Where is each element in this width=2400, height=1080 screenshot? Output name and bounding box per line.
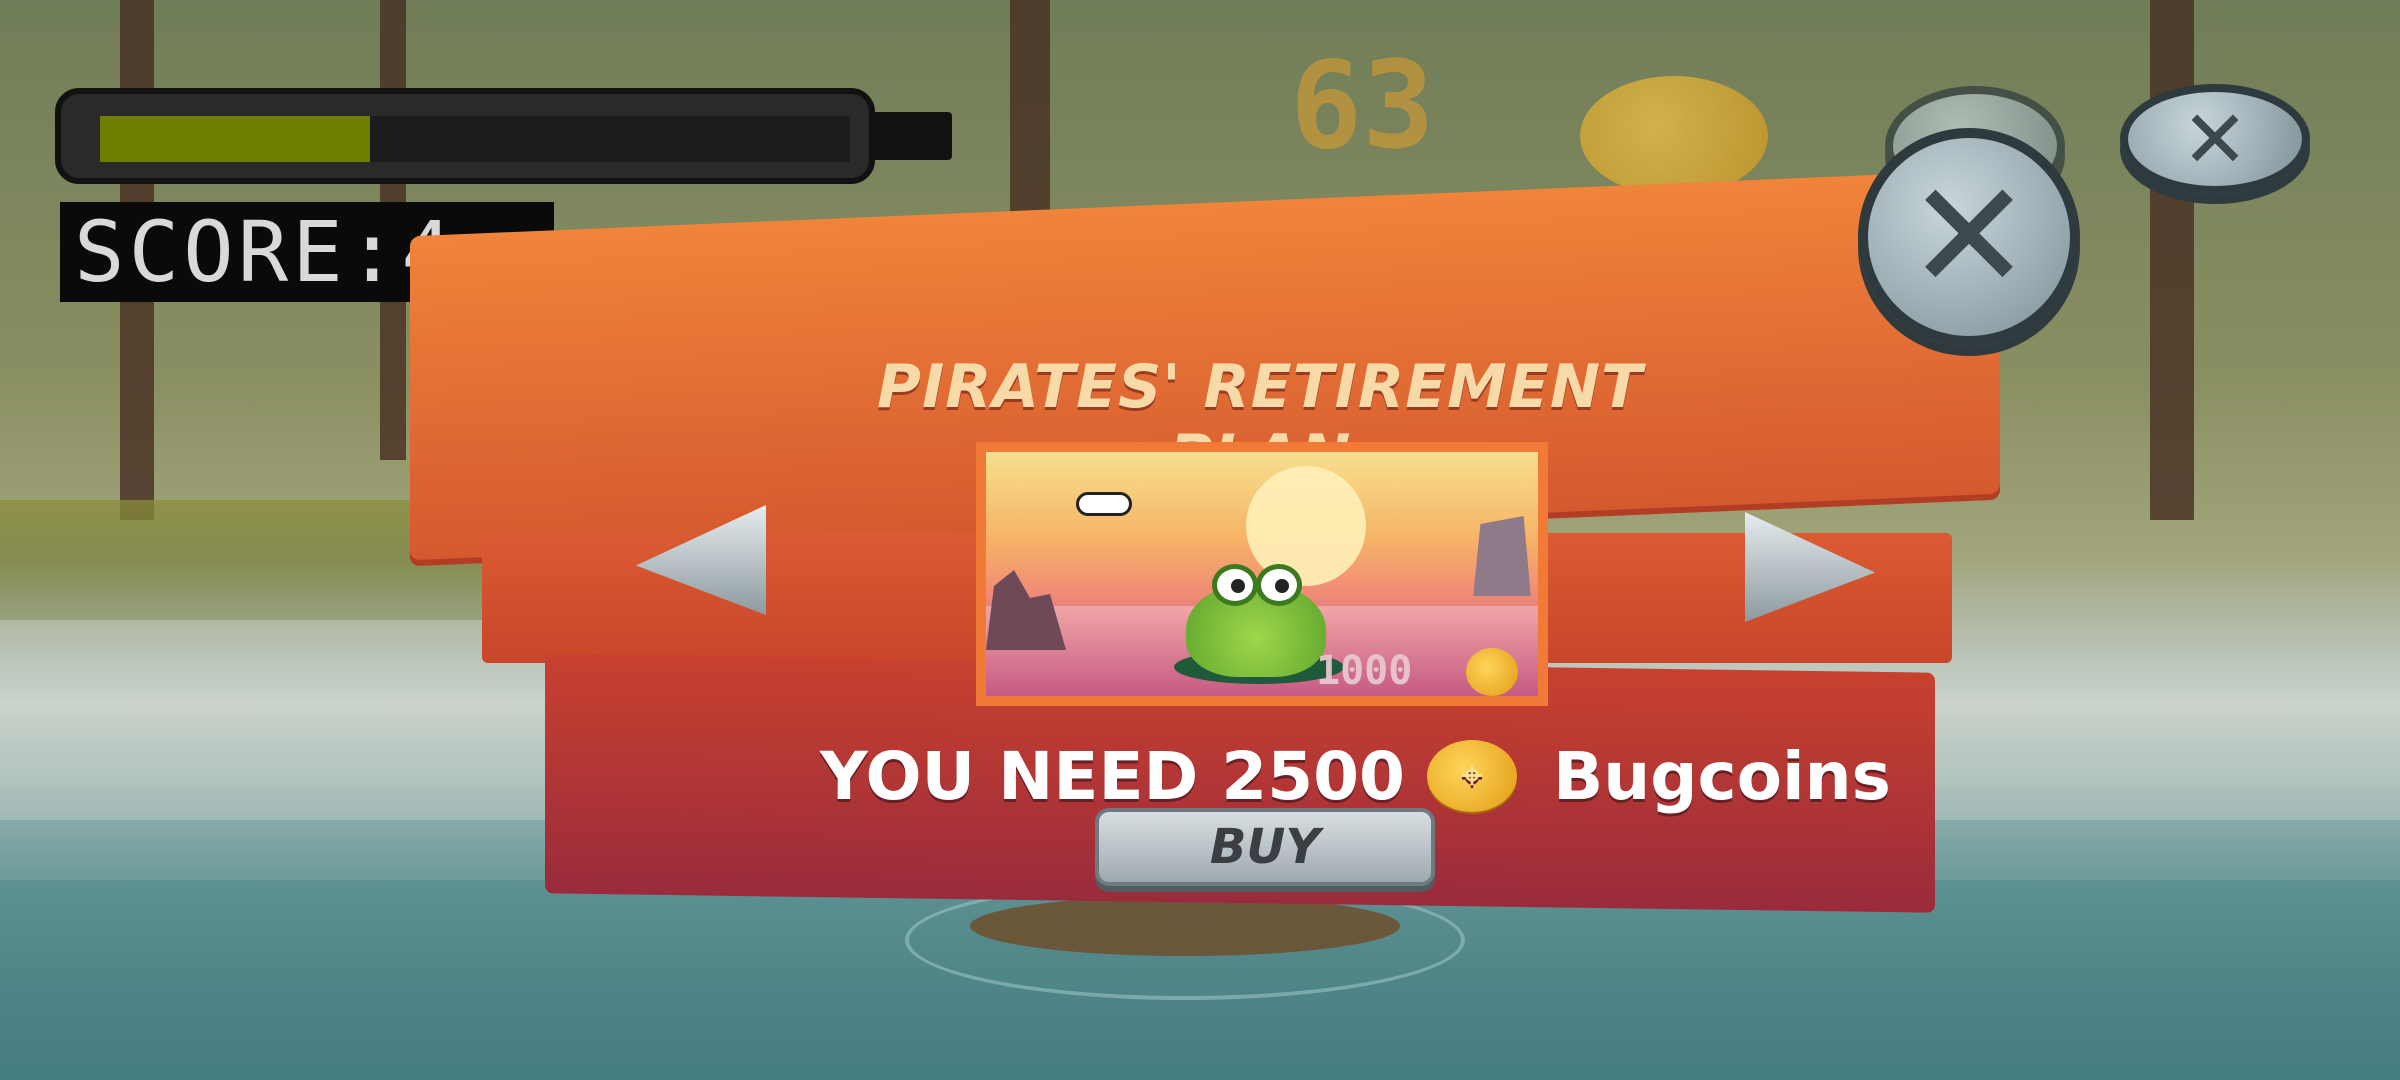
energy-bar-cap [870,112,952,160]
bugcoin-icon: ⌖ [1426,740,1517,812]
frog-eye [1256,564,1302,606]
buy-button[interactable]: BUY [1095,808,1435,886]
tree-trunk [2150,0,2194,520]
cloud [1076,492,1132,516]
need-prefix: YOU NEED 2500 [820,737,1405,815]
coin-counter: 63 [1290,37,1435,176]
close-game-button[interactable]: ✕ [2120,84,2310,194]
close-icon: ✕ [1906,150,2032,324]
close-icon: ✕ [2181,92,2249,186]
rock-right [1473,516,1531,596]
frog-eye [1212,564,1258,606]
preview-price: 1000 [1316,648,1413,694]
energy-bar-fill [100,116,370,162]
frog [1186,564,1326,677]
bugcoin-icon [1466,648,1518,696]
rock-left [986,570,1066,650]
price-requirement: YOU NEED 2500 ⌖ Bugcoins [820,736,1891,816]
item-preview-image[interactable]: 1000 [976,442,1548,706]
close-modal-button[interactable]: ✕ [1858,128,2080,346]
currency-label: Bugcoins [1552,737,1891,815]
